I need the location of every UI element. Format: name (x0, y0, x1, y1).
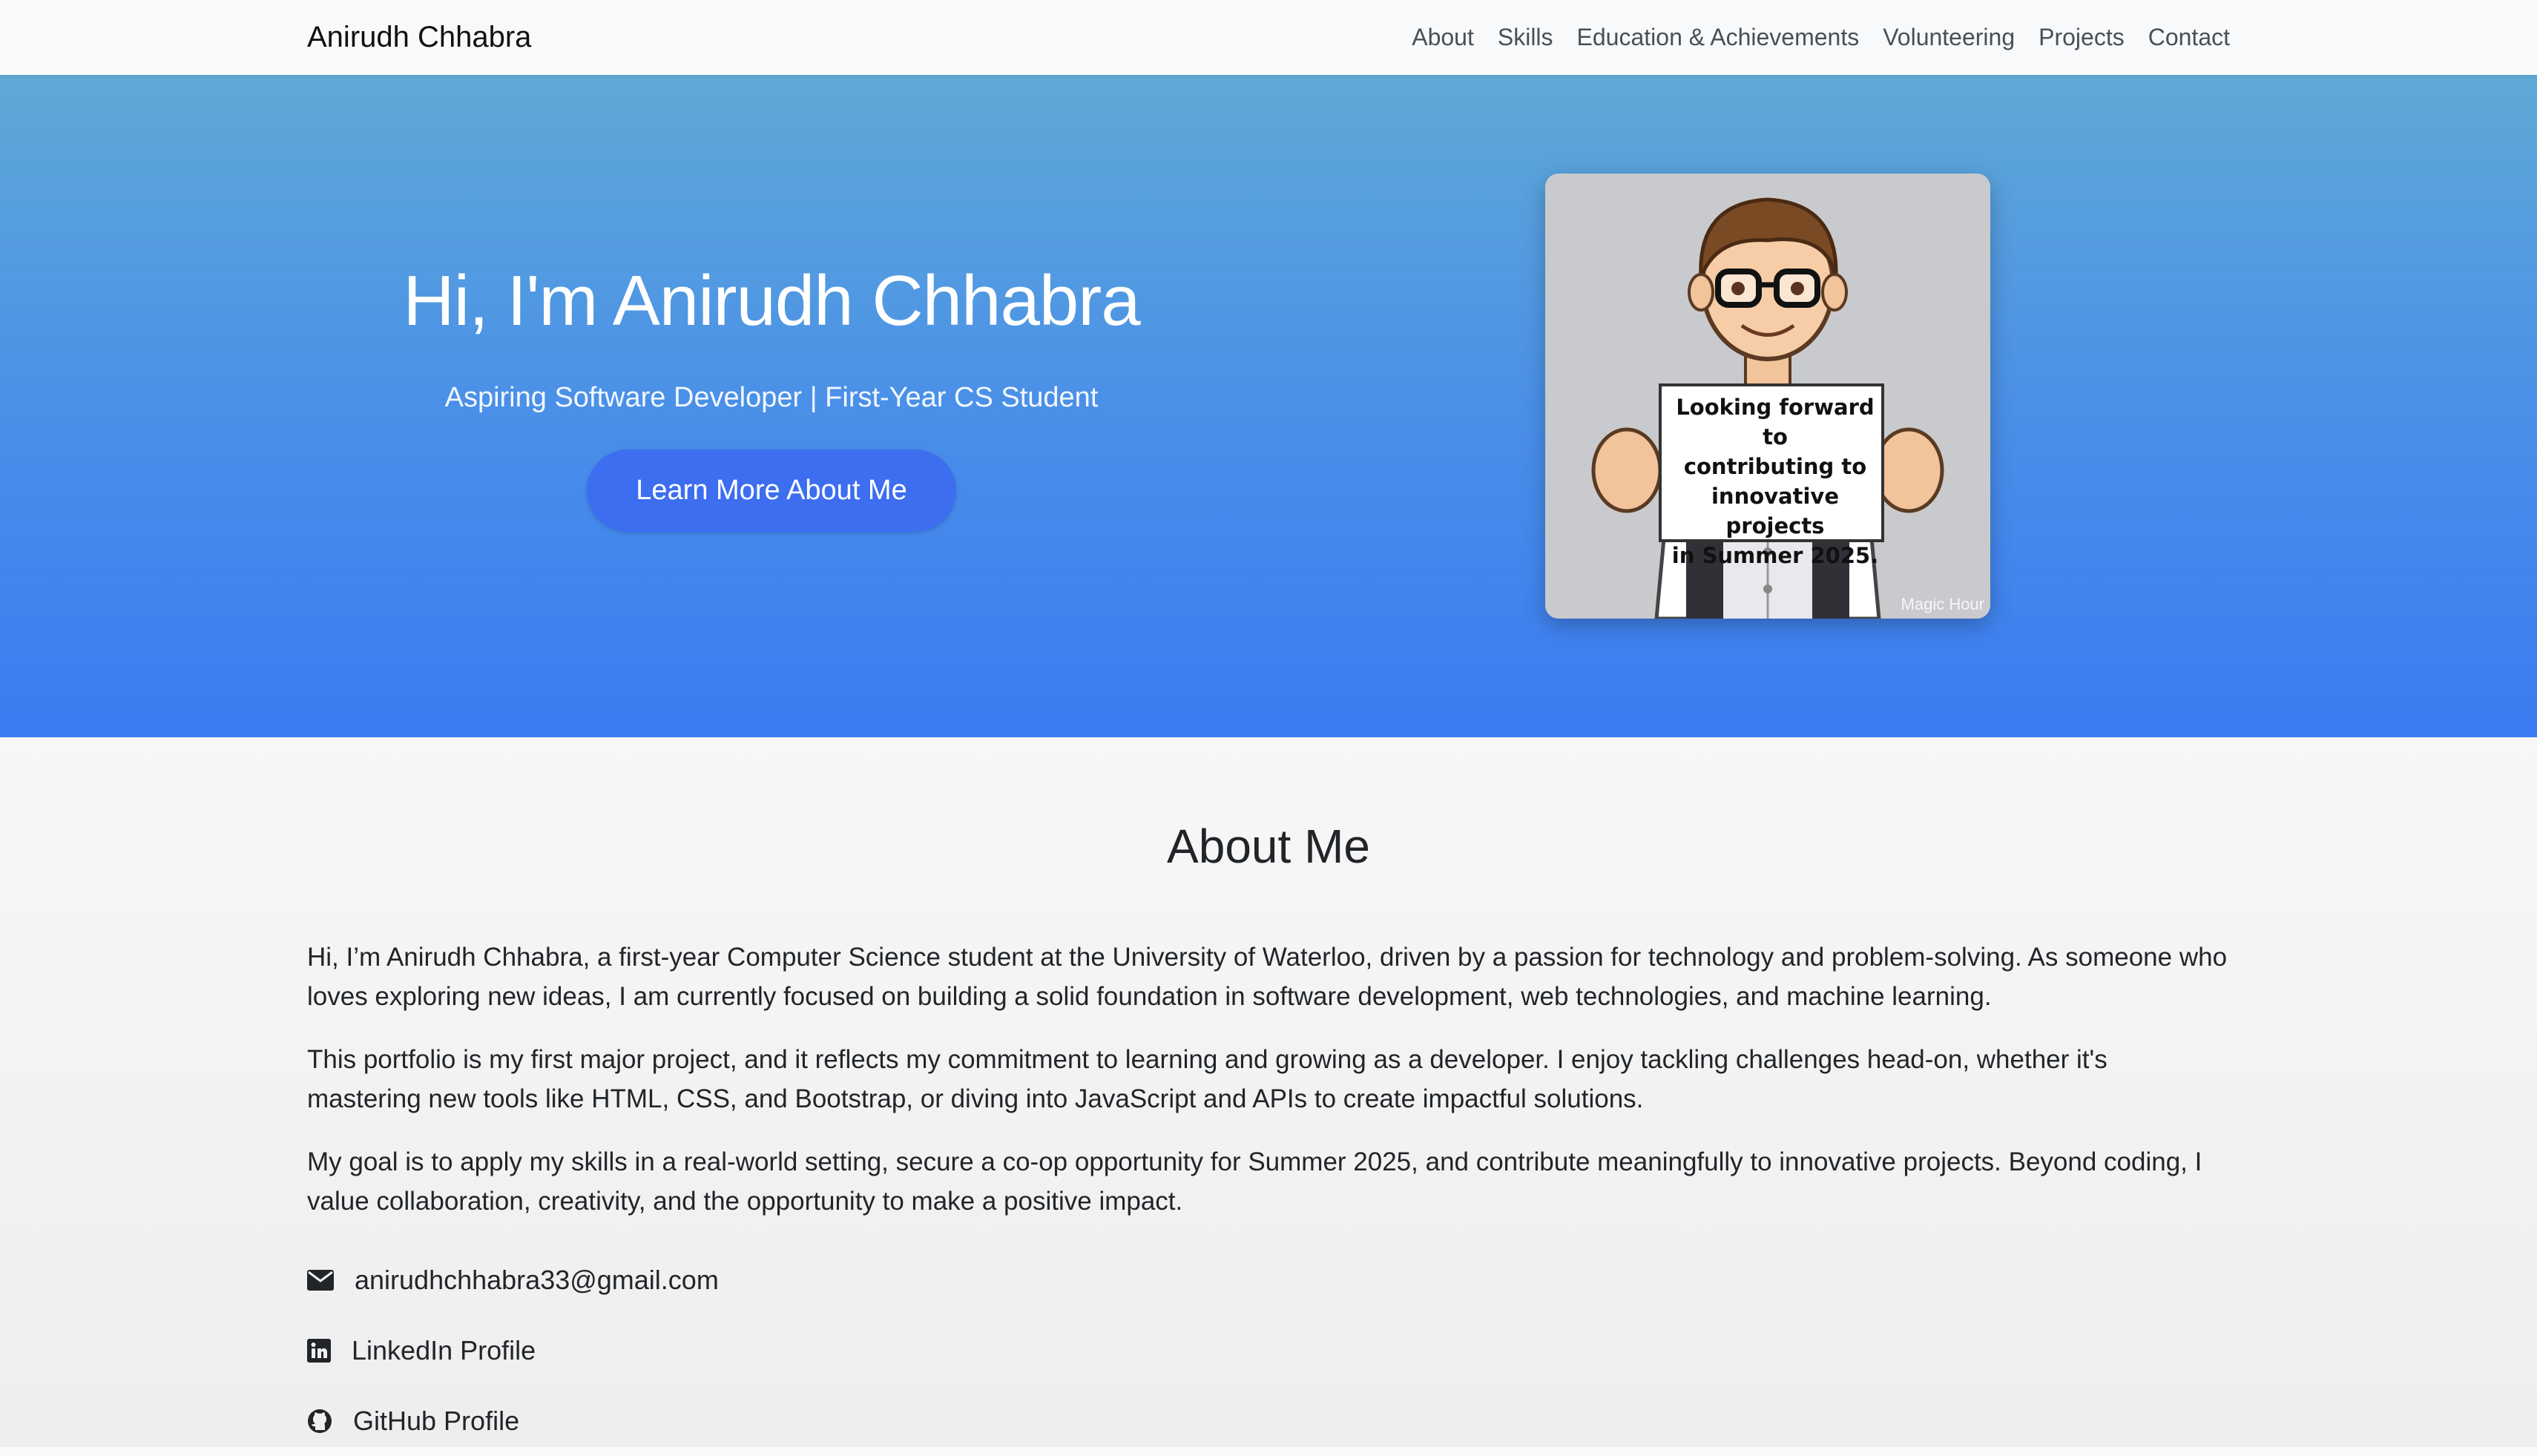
nav-link-skills[interactable]: Skills (1498, 24, 1553, 51)
watermark: Magic Hour (1901, 595, 1984, 613)
linkedin-label: LinkedIn Profile (352, 1334, 536, 1366)
nav-link-projects[interactable]: Projects (2039, 24, 2125, 51)
about-title: About Me (1167, 820, 1370, 873)
hero-text: Hi, I'm Anirudh Chhabra Aspiring Softwar… (326, 260, 1217, 532)
nav-links: About Skills Education & Achievements Vo… (1412, 24, 2230, 51)
hero-title: Hi, I'm Anirudh Chhabra (403, 261, 1140, 340)
sign-text: Looking forward to contributing to innov… (1664, 392, 1886, 570)
about-body: Hi, I’m Anirudh Chhabra, a first-year Co… (307, 938, 2228, 1456)
about-paragraph: Hi, I’m Anirudh Chhabra, a first-year Co… (307, 943, 2228, 1011)
navbar: Anirudh Chhabra About Skills Education &… (0, 0, 2537, 75)
linkedin-icon (307, 1338, 331, 1363)
about-paragraph: This portfolio is my first major project… (307, 1045, 2107, 1113)
about-section: About Me Hi, I’m Anirudh Chhabra, a firs… (0, 737, 2537, 1447)
nav-link-about[interactable]: About (1412, 24, 1474, 51)
hero-section: Hi, I'm Anirudh Chhabra Aspiring Softwar… (0, 75, 2537, 737)
linkedin-link[interactable]: LinkedIn Profile (307, 1315, 2228, 1386)
github-link[interactable]: GitHub Profile (307, 1386, 2228, 1456)
email-label: anirudhchhabra33@gmail.com (355, 1264, 719, 1295)
profile-image: Looking forward to contributing to innov… (1545, 174, 1990, 619)
sign-line: in Summer 2025. (1671, 543, 1879, 568)
sign-line: innovative projects (1711, 484, 1839, 538)
sign-line: Looking forward to (1676, 395, 1875, 449)
sign-line: contributing to (1683, 454, 1867, 479)
nav-link-education[interactable]: Education & Achievements (1577, 24, 1860, 51)
nav-link-contact[interactable]: Contact (2148, 24, 2230, 51)
email-link[interactable]: anirudhchhabra33@gmail.com (307, 1245, 2228, 1315)
brand-link[interactable]: Anirudh Chhabra (307, 21, 531, 54)
nav-link-volunteering[interactable]: Volunteering (1883, 24, 2015, 51)
contact-list: anirudhchhabra33@gmail.com LinkedIn Prof… (307, 1245, 2228, 1456)
github-icon (308, 1409, 332, 1433)
hero-subtitle: Aspiring Software Developer | First-Year… (444, 382, 1099, 413)
github-label: GitHub Profile (353, 1405, 520, 1436)
about-paragraph: My goal is to apply my skills in a real-… (307, 1147, 2202, 1216)
envelope-icon (307, 1269, 334, 1291)
learn-more-button[interactable]: Learn More About Me (587, 449, 956, 532)
